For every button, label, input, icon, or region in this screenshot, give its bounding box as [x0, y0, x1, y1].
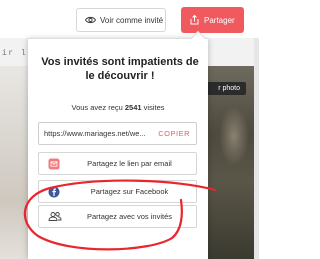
share-guests-label: Partagez avec vos invités — [86, 212, 173, 221]
visits-suffix: visites — [141, 103, 165, 112]
scrollbar[interactable] — [254, 38, 259, 259]
share-label: Partager — [204, 15, 235, 25]
share-guests-button[interactable]: Partagez avec vos invités — [38, 205, 197, 228]
top-bar: Voir comme invité Partager — [0, 0, 259, 38]
share-link-url: https://www.mariages.net/we... — [44, 129, 146, 138]
share-facebook-label: Partagez sur Facebook — [90, 187, 169, 196]
popover-title: Vos invités sont impatients de le découv… — [41, 56, 199, 82]
guests-icon — [48, 212, 62, 221]
copy-button[interactable]: COPIER — [158, 129, 190, 138]
facebook-icon — [48, 186, 60, 198]
view-as-guest-label: Voir comme invité — [100, 15, 164, 25]
background-text: ir l — [2, 49, 28, 58]
share-email-label: Partagez le lien par email — [87, 159, 172, 168]
share-facebook-button[interactable]: Partagez sur Facebook — [38, 180, 197, 203]
eye-icon — [85, 16, 96, 24]
visits-count: 2541 — [124, 103, 142, 112]
visits-prefix: Vous avez reçu — [71, 103, 125, 112]
view-as-guest-button[interactable]: Voir comme invité — [76, 8, 166, 32]
visits-text: Vous avez reçu 2541 visites — [28, 103, 208, 112]
share-link-field[interactable]: https://www.mariages.net/we... COPIER — [38, 122, 197, 145]
share-button[interactable]: Partager — [181, 7, 244, 33]
cover-photo-left — [0, 66, 28, 259]
email-icon — [48, 158, 60, 170]
share-email-button[interactable]: Partagez le lien par email — [38, 152, 197, 175]
upload-icon — [190, 15, 199, 25]
